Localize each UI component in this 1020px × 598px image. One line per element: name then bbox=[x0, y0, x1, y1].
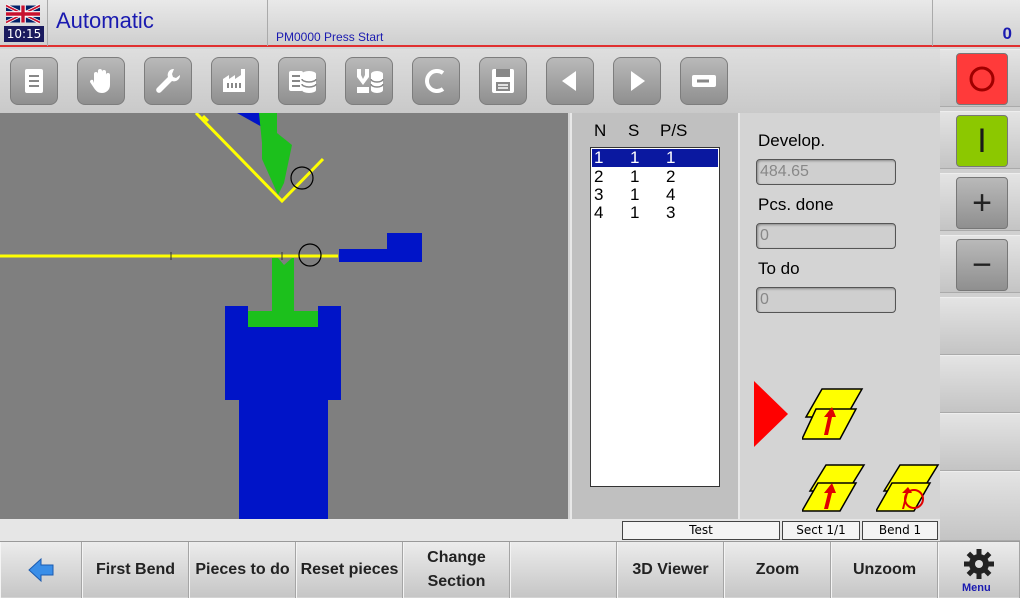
hand-icon bbox=[89, 69, 110, 93]
bend-indicator: Bend 1 bbox=[862, 521, 938, 540]
side-slot bbox=[940, 355, 1020, 413]
reset-pieces-button[interactable]: Reset pieces bbox=[296, 542, 403, 598]
program-database-button[interactable] bbox=[278, 57, 326, 105]
bend-next-icon[interactable] bbox=[802, 463, 868, 515]
language-box[interactable]: 10:15 bbox=[0, 0, 48, 46]
back-arrow-icon bbox=[28, 557, 54, 583]
3d-viewer-button[interactable]: 3D Viewer bbox=[617, 542, 724, 598]
next-button[interactable] bbox=[613, 57, 661, 105]
change-section-line1: Change bbox=[427, 549, 486, 566]
change-section-line2: Section bbox=[427, 573, 486, 590]
minus-box-button[interactable] bbox=[680, 57, 728, 105]
pieces-to-do-button[interactable]: Pieces to do bbox=[189, 542, 296, 598]
mode-title: Automatic bbox=[56, 8, 154, 33]
plus-button[interactable]: + bbox=[956, 177, 1008, 229]
setup-button[interactable] bbox=[144, 57, 192, 105]
pcs-done-field[interactable]: 0 bbox=[756, 223, 896, 249]
tool-database-button[interactable] bbox=[345, 57, 393, 105]
bend-list[interactable]: 1 1 1 2 1 2 3 1 4 4 1 3 bbox=[590, 147, 720, 487]
c-button[interactable] bbox=[412, 57, 460, 105]
press-brake-drawing bbox=[0, 113, 422, 519]
table-row[interactable]: 1 1 1 bbox=[592, 149, 718, 167]
side-slot bbox=[940, 471, 1020, 541]
gear-icon bbox=[964, 549, 994, 579]
row-n: 2 bbox=[594, 167, 604, 186]
column-ps: P/S bbox=[660, 121, 688, 140]
unzoom-button[interactable]: Unzoom bbox=[831, 542, 938, 598]
document-icon bbox=[25, 69, 43, 93]
c-icon bbox=[425, 69, 445, 93]
row-ps: 1 bbox=[666, 148, 676, 167]
stop-button[interactable] bbox=[956, 53, 1008, 105]
back-button[interactable] bbox=[0, 542, 82, 598]
lower-beam bbox=[225, 306, 341, 519]
side-slot bbox=[940, 413, 1020, 471]
row-s: 1 bbox=[630, 203, 640, 222]
die-tool bbox=[248, 258, 318, 327]
manual-button[interactable] bbox=[77, 57, 125, 105]
side-slot bbox=[940, 297, 1020, 355]
contact-marker bbox=[290, 166, 314, 190]
minus-box-icon bbox=[692, 75, 716, 87]
row-n: 4 bbox=[594, 203, 604, 222]
bent-sheet bbox=[194, 113, 325, 204]
row-ps: 4 bbox=[666, 185, 676, 204]
arrow-left-icon bbox=[562, 71, 576, 91]
bend-table-panel: N S P/S 1 1 1 2 1 2 3 1 4 4 1 3 bbox=[570, 113, 740, 519]
factory-icon bbox=[223, 69, 245, 92]
table-row[interactable]: 2 1 2 bbox=[592, 168, 718, 186]
database-list-icon bbox=[289, 71, 317, 93]
arrow-right-icon bbox=[631, 71, 645, 91]
bend-sequence-up-icon[interactable] bbox=[802, 387, 868, 443]
save-button[interactable] bbox=[479, 57, 527, 105]
status-strip: Test Sect 1/1 Bend 1 bbox=[0, 519, 940, 541]
start-button[interactable]: I bbox=[956, 115, 1008, 167]
piece-counter: 0 bbox=[1002, 24, 1012, 43]
side-panel: I + − bbox=[940, 49, 1020, 541]
bend-repeat-icon[interactable] bbox=[876, 463, 940, 515]
develop-field[interactable]: 484.65 bbox=[756, 159, 896, 185]
clock: 10:15 bbox=[4, 26, 44, 42]
function-bar: First Bend Pieces to do Reset pieces Cha… bbox=[0, 541, 1020, 598]
bend-simulation-view[interactable] bbox=[0, 113, 568, 519]
uk-flag-icon[interactable] bbox=[6, 4, 40, 24]
pcs-done-label: Pcs. done bbox=[758, 195, 834, 214]
section-indicator: Sect 1/1 bbox=[782, 521, 860, 540]
develop-label: Develop. bbox=[758, 131, 826, 150]
save-icon bbox=[492, 69, 514, 93]
program-name: Test bbox=[622, 521, 780, 540]
row-n: 1 bbox=[594, 148, 604, 167]
menu-label: Menu bbox=[962, 582, 991, 594]
back-gauge bbox=[339, 233, 422, 262]
wrench-icon bbox=[156, 68, 181, 93]
row-ps: 2 bbox=[666, 167, 676, 186]
to-do-field[interactable]: 0 bbox=[756, 287, 896, 313]
status-message: PM0000 Press Start bbox=[276, 30, 384, 44]
previous-button[interactable] bbox=[546, 57, 594, 105]
column-s: S bbox=[628, 121, 640, 140]
upper-beam bbox=[237, 113, 262, 127]
empty-function-button[interactable] bbox=[510, 542, 617, 598]
production-button[interactable] bbox=[211, 57, 259, 105]
row-s: 1 bbox=[630, 167, 640, 186]
column-n: N bbox=[594, 121, 607, 140]
row-s: 1 bbox=[630, 148, 640, 167]
change-section-button[interactable]: Change Section bbox=[403, 542, 510, 598]
table-row[interactable]: 4 1 3 bbox=[592, 204, 718, 222]
tool-database-icon bbox=[357, 69, 384, 93]
info-panel: Develop. 484.65 Pcs. done 0 To do 0 bbox=[742, 113, 940, 519]
play-arrow-icon[interactable] bbox=[754, 381, 790, 447]
table-row[interactable]: 3 1 4 bbox=[592, 186, 718, 204]
first-bend-button[interactable]: First Bend bbox=[82, 542, 189, 598]
zoom-button[interactable]: Zoom bbox=[724, 542, 831, 598]
minus-button[interactable]: − bbox=[956, 239, 1008, 291]
document-button[interactable] bbox=[10, 57, 58, 105]
stop-circle-icon bbox=[969, 66, 995, 92]
row-ps: 3 bbox=[666, 203, 676, 222]
row-s: 1 bbox=[630, 185, 640, 204]
toolbar bbox=[0, 49, 940, 113]
to-do-label: To do bbox=[758, 259, 800, 278]
row-n: 3 bbox=[594, 185, 604, 204]
counter-box: 0 bbox=[932, 0, 1020, 46]
